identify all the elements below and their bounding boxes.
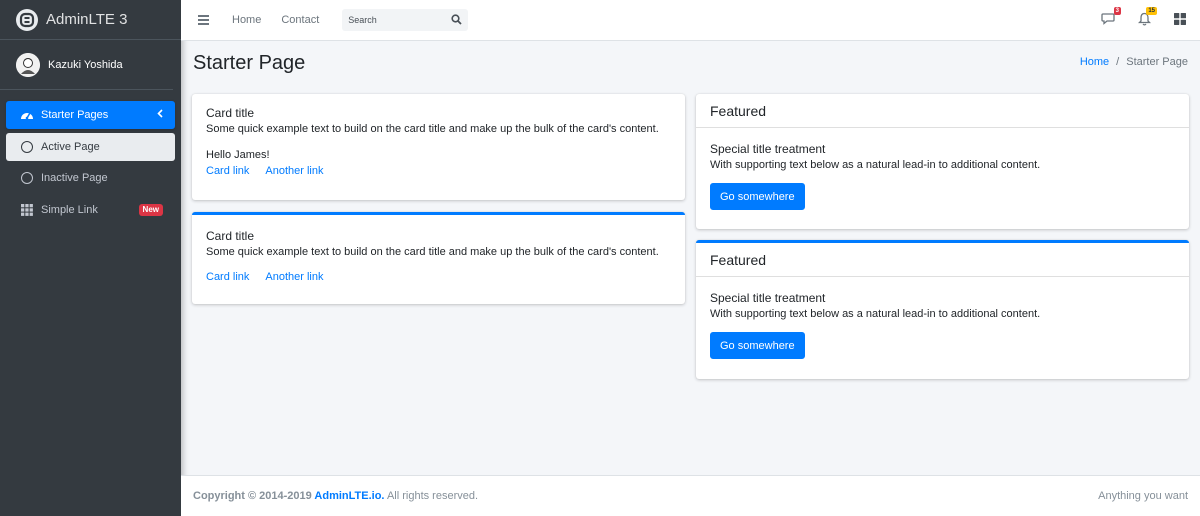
hamburger-menu-icon[interactable] bbox=[198, 15, 209, 25]
th-large-icon bbox=[1174, 12, 1186, 28]
card-link[interactable]: Card link bbox=[206, 165, 249, 177]
sidebar-item-active-page[interactable]: Active Page bbox=[6, 132, 175, 161]
footer-rights: All rights reserved. bbox=[384, 490, 479, 502]
go-somewhere-button[interactable]: Go somewhere bbox=[710, 332, 805, 359]
footer-brand-link[interactable]: AdminLTE.io. bbox=[314, 490, 384, 502]
card-header: Featured bbox=[696, 243, 1189, 277]
search-input[interactable]: Search bbox=[342, 9, 469, 31]
card-left-1: Card title Some quick example text to bu… bbox=[192, 94, 685, 200]
th-grid-icon bbox=[20, 203, 34, 217]
breadcrumb-current: Starter Page bbox=[1126, 56, 1188, 68]
go-somewhere-button[interactable]: Go somewhere bbox=[710, 183, 805, 210]
card-title: Special title treatment bbox=[710, 142, 826, 156]
another-link[interactable]: Another link bbox=[265, 165, 323, 177]
search-placeholder: Search bbox=[348, 15, 377, 25]
card-title: Special title treatment bbox=[710, 291, 826, 305]
sidebar-nav: Starter Pages Active Page Inactive Page … bbox=[0, 90, 181, 224]
user-avatar bbox=[16, 52, 40, 77]
sidebar-item-starter-pages[interactable]: Starter Pages bbox=[6, 101, 175, 129]
brand-link[interactable]: AdminLTE 3 bbox=[0, 0, 181, 40]
breadcrumb: Home / Starter Page bbox=[1080, 56, 1188, 68]
sidebar-item-label: Starter Pages bbox=[41, 109, 109, 121]
card-greeting: Hello James! bbox=[206, 149, 270, 161]
main-sidebar: AdminLTE 3 Kazuki Yoshida Starter Pages bbox=[0, 0, 181, 516]
nav-link-home[interactable]: Home bbox=[232, 14, 261, 26]
card-links: Card link Another link bbox=[206, 165, 671, 177]
brand-text: AdminLTE 3 bbox=[46, 11, 128, 28]
card-text: With supporting text below as a natural … bbox=[710, 159, 1041, 171]
card-title: Card title bbox=[206, 229, 255, 243]
notifications-count-badge: 15 bbox=[1146, 7, 1157, 15]
card-right-1: Featured Special title treatment With su… bbox=[696, 94, 1189, 229]
sidebar-item-label: Inactive Page bbox=[41, 172, 108, 184]
circle-icon bbox=[20, 140, 34, 154]
notifications-dropdown[interactable]: 15 bbox=[1136, 7, 1157, 28]
card-left-2: Card title Some quick example text to bu… bbox=[192, 212, 685, 304]
copyright-prefix: Copyright © 2014-2019 bbox=[193, 490, 315, 502]
breadcrumb-separator: / bbox=[1116, 56, 1120, 68]
control-sidebar-toggle[interactable] bbox=[1172, 12, 1188, 28]
circle-icon bbox=[20, 171, 34, 185]
card-link[interactable]: Card link bbox=[206, 271, 249, 283]
comments-icon bbox=[1101, 12, 1115, 28]
new-badge: New bbox=[138, 203, 163, 216]
top-navbar: Home Contact Search 3 15 bbox=[181, 0, 1200, 41]
user-panel[interactable]: Kazuki Yoshida bbox=[0, 40, 173, 90]
another-link[interactable]: Another link bbox=[265, 271, 323, 283]
breadcrumb-home-link[interactable]: Home bbox=[1080, 56, 1109, 68]
footer-copyright: Copyright © 2014-2019 AdminLTE.io. All r… bbox=[193, 490, 478, 502]
brand-logo-icon bbox=[16, 8, 38, 31]
nav-link-contact[interactable]: Contact bbox=[281, 14, 319, 26]
messages-count-badge: 3 bbox=[1113, 7, 1121, 15]
card-title: Card title bbox=[206, 106, 255, 120]
sidebar-item-inactive-page[interactable]: Inactive Page bbox=[6, 164, 175, 192]
card-right-2: Featured Special title treatment With su… bbox=[696, 240, 1189, 379]
card-text: With supporting text below as a natural … bbox=[710, 308, 1041, 320]
card-header: Featured bbox=[696, 94, 1189, 128]
search-icon[interactable] bbox=[451, 14, 462, 28]
card-text: Some quick example text to build on the … bbox=[206, 246, 659, 258]
card-links: Card link Another link bbox=[206, 271, 671, 283]
navbar-right: 3 15 bbox=[1100, 0, 1200, 40]
sidebar-item-label: Simple Link bbox=[41, 203, 98, 216]
sidebar-item-label: Active Page bbox=[41, 140, 100, 153]
user-name: Kazuki Yoshida bbox=[48, 58, 123, 71]
card-text: Some quick example text to build on the … bbox=[206, 123, 659, 135]
main-footer: Copyright © 2014-2019 AdminLTE.io. All r… bbox=[181, 475, 1200, 516]
footer-right-text: Anything you want bbox=[1098, 490, 1188, 502]
sidebar-item-simple-link[interactable]: Simple Link New bbox=[6, 196, 175, 224]
tachometer-icon bbox=[20, 108, 34, 122]
messages-dropdown[interactable]: 3 bbox=[1100, 7, 1121, 28]
chevron-left-icon bbox=[157, 109, 163, 121]
content-header: Starter Page Home / Starter Page bbox=[181, 41, 1200, 89]
page-title: Starter Page bbox=[193, 52, 306, 74]
